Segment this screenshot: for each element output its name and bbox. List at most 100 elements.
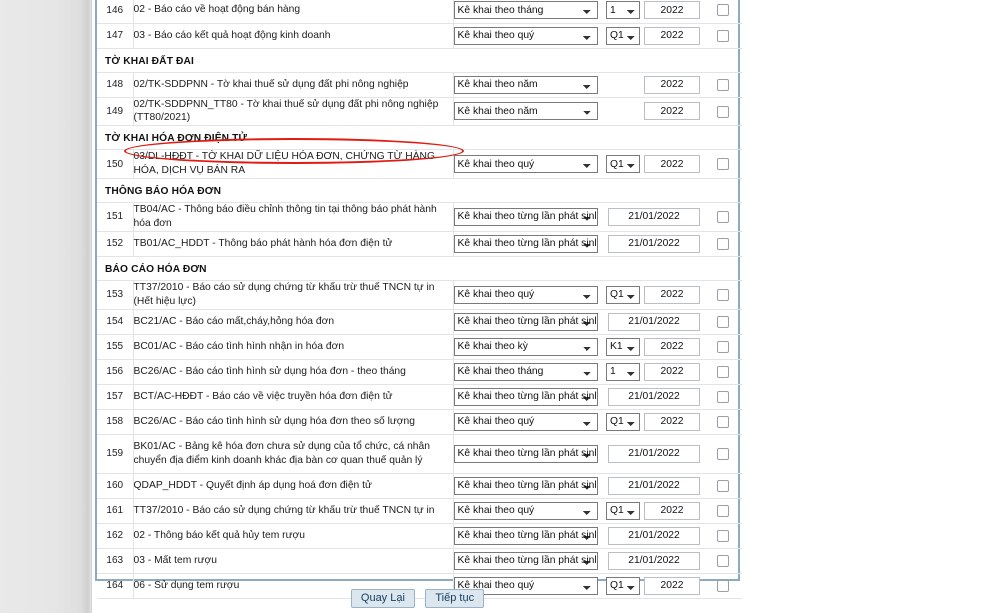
period-select[interactable]: Kê khai theo kỳ — [453, 337, 598, 356]
row-index-cell: 160 — [97, 473, 134, 499]
period-select[interactable]: Kê khai theo quý — [453, 26, 598, 45]
row-period-cell: Kê khai theo tháng — [453, 0, 605, 24]
row-subperiod-cell: 1 — [605, 0, 641, 24]
period-select[interactable]: Kê khai theo tháng — [453, 1, 598, 20]
year-input[interactable] — [644, 102, 700, 121]
period-select[interactable]: Kê khai theo năm — [453, 102, 598, 121]
year-input[interactable] — [644, 75, 700, 94]
continue-button[interactable]: Tiếp tục — [425, 589, 485, 608]
period-select[interactable]: Kê khai theo từng lần phát sinh — [453, 526, 598, 545]
row-index-cell: 162 — [97, 523, 134, 549]
row-checkbox[interactable] — [716, 158, 729, 171]
year-input[interactable] — [644, 26, 700, 45]
row-checkbox[interactable] — [716, 479, 729, 492]
row-checkbox[interactable] — [716, 365, 729, 378]
row-description-cell: BC01/AC - Báo cáo tình hình nhận in hóa … — [133, 334, 454, 360]
subperiod-select[interactable]: Q1 — [606, 26, 640, 45]
row-checkbox[interactable] — [716, 447, 729, 460]
row-year-cell — [641, 97, 703, 127]
row-index-cell: 159 — [97, 434, 134, 474]
left-sidebar-strip — [0, 0, 92, 613]
row-year-cell — [641, 23, 703, 49]
row-year-cell — [641, 72, 703, 98]
table-row: 156 BC26/AC - Báo cáo tình hình sử dụng h… — [97, 359, 742, 385]
row-period-cell: Kê khai theo quý — [453, 409, 605, 435]
date-input[interactable] — [608, 551, 700, 570]
period-select[interactable]: Kê khai theo năm — [453, 75, 598, 94]
row-select-cell — [703, 309, 742, 335]
table-row: 157 BCT/AC-HĐĐT - Báo cáo về việc truyền … — [97, 384, 742, 410]
year-input[interactable] — [644, 285, 700, 304]
period-select[interactable]: Kê khai theo quý — [453, 155, 598, 174]
date-input[interactable] — [608, 387, 700, 406]
row-checkbox[interactable] — [716, 4, 729, 17]
row-description-cell: BCT/AC-HĐĐT - Báo cáo về việc truyền hóa… — [133, 384, 454, 410]
period-select[interactable]: Kê khai theo tháng — [453, 362, 598, 381]
back-button[interactable]: Quay Lại — [350, 589, 415, 608]
period-select[interactable]: Kê khai theo quý — [453, 501, 598, 520]
row-checkbox[interactable] — [716, 340, 729, 353]
row-checkbox[interactable] — [716, 554, 729, 567]
row-description-cell: BC21/AC - Báo cáo mất,cháy,hỏng hóa đơn — [133, 309, 454, 335]
year-input[interactable] — [644, 1, 700, 20]
section-header-label: BÁO CÁO HÓA ĐƠN — [97, 256, 742, 281]
row-checkbox[interactable] — [716, 78, 729, 91]
table-row: 160 QDAP_HDDT - Quyết định áp dụng hoá đơ… — [97, 473, 742, 499]
date-input[interactable] — [608, 312, 700, 331]
row-select-cell — [703, 384, 742, 410]
row-checkbox[interactable] — [716, 504, 729, 517]
table-row: 146 02 - Báo cáo về hoạt động bán hàng Kê … — [97, 0, 742, 24]
table-row: 161 TT37/2010 - Báo cáo sử dụng chứng từ … — [97, 498, 742, 524]
row-subperiod-cell: Q1 — [605, 409, 641, 435]
row-index-cell: 154 — [97, 309, 134, 335]
period-select[interactable]: Kê khai theo quý — [453, 412, 598, 431]
period-select[interactable]: Kê khai theo từng lần phát sinh — [453, 234, 598, 253]
year-input[interactable] — [644, 412, 700, 431]
row-checkbox[interactable] — [716, 105, 729, 118]
row-period-cell: Kê khai theo từng lần phát sinh — [453, 434, 605, 474]
row-subperiod-cell — [605, 97, 641, 127]
row-checkbox[interactable] — [716, 415, 729, 428]
year-input[interactable] — [644, 362, 700, 381]
row-checkbox[interactable] — [716, 529, 729, 542]
year-input[interactable] — [644, 501, 700, 520]
declaration-table: 146 02 - Báo cáo về hoạt động bán hàng Kê … — [97, 0, 742, 613]
row-subperiod-cell: 1 — [605, 359, 641, 385]
year-input[interactable] — [644, 337, 700, 356]
row-checkbox[interactable] — [716, 237, 729, 250]
row-subperiod-cell: Q1 — [605, 23, 641, 49]
subperiod-select[interactable]: 1 — [606, 362, 640, 381]
footer-button-bar: Quay Lại Tiếp tục — [95, 588, 740, 608]
date-input[interactable] — [608, 526, 700, 545]
period-select[interactable]: Kê khai theo từng lần phát sinh — [453, 312, 598, 331]
date-input[interactable] — [608, 444, 700, 463]
row-checkbox[interactable] — [716, 211, 729, 224]
subperiod-select[interactable]: 1 — [606, 1, 640, 20]
row-checkbox[interactable] — [716, 288, 729, 301]
row-description-cell: BC26/AC - Báo cáo tình hình sử dụng hóa … — [133, 409, 454, 435]
period-select[interactable]: Kê khai theo từng lần phát sinh — [453, 476, 598, 495]
table-row: 147 03 - Báo cáo kết quả hoạt động kinh d… — [97, 23, 742, 49]
subperiod-select[interactable]: Q1 — [606, 155, 640, 174]
row-period-cell: Kê khai theo quý — [453, 149, 605, 180]
date-input[interactable] — [608, 234, 700, 253]
subperiod-select[interactable]: Q1 — [606, 285, 640, 304]
row-index-cell: 148 — [97, 72, 134, 98]
row-index-cell: 151 — [97, 202, 134, 232]
period-select[interactable]: Kê khai theo từng lần phát sinh — [453, 387, 598, 406]
year-input[interactable] — [644, 155, 700, 174]
row-checkbox[interactable] — [716, 315, 729, 328]
period-select[interactable]: Kê khai theo từng lần phát sinh — [453, 551, 598, 570]
period-select[interactable]: Kê khai theo từng lần phát sinh — [453, 207, 598, 226]
date-input[interactable] — [608, 207, 700, 226]
subperiod-select[interactable]: Q1 — [606, 501, 640, 520]
row-index-cell: 161 — [97, 498, 134, 524]
row-period-cell: Kê khai theo từng lần phát sinh — [453, 523, 605, 549]
period-select[interactable]: Kê khai theo quý — [453, 285, 598, 304]
subperiod-select[interactable]: K1 — [606, 337, 640, 356]
row-checkbox[interactable] — [716, 390, 729, 403]
subperiod-select[interactable]: Q1 — [606, 412, 640, 431]
row-checkbox[interactable] — [716, 29, 729, 42]
date-input[interactable] — [608, 476, 700, 495]
period-select[interactable]: Kê khai theo từng lần phát sinh — [453, 444, 598, 463]
